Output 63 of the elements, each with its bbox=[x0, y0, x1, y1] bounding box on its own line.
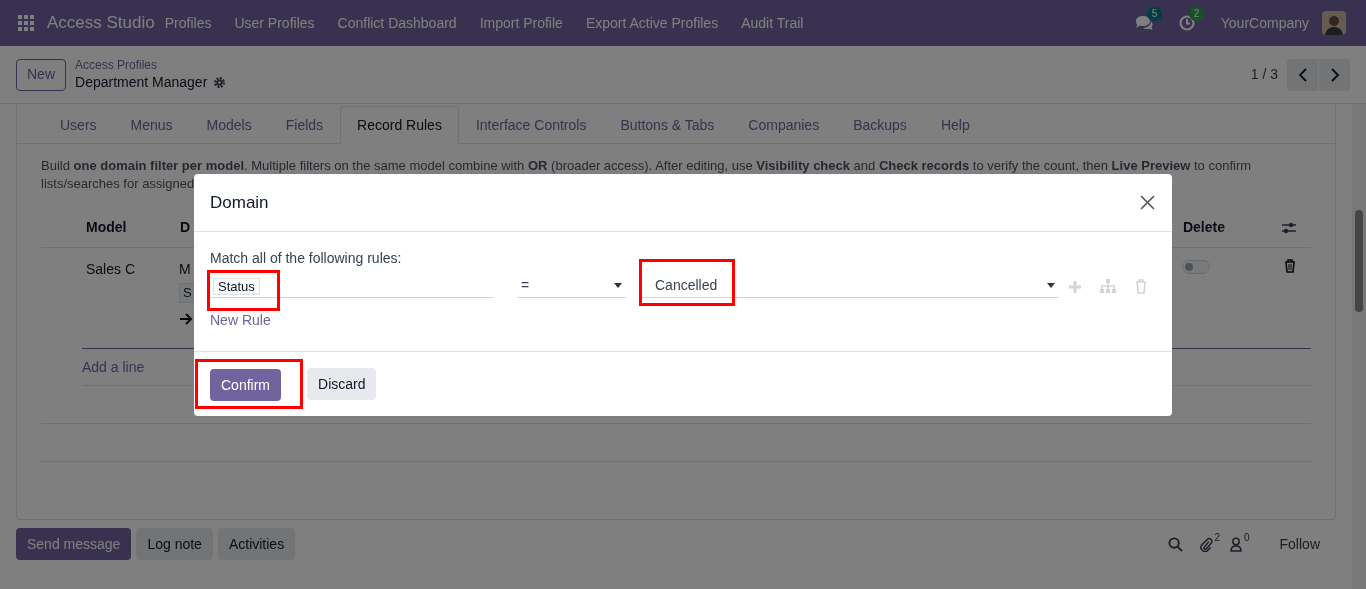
column-header: Model bbox=[86, 218, 128, 237]
menu-item[interactable]: Import Profile bbox=[479, 12, 563, 34]
tab[interactable]: Buttons & Tabs bbox=[603, 106, 732, 144]
field-tag: Status bbox=[213, 277, 260, 295]
next-button[interactable] bbox=[1319, 58, 1350, 91]
tab[interactable]: Fields bbox=[268, 106, 341, 144]
previous-button[interactable] bbox=[1287, 58, 1318, 91]
follow-button[interactable]: Follow bbox=[1279, 533, 1320, 555]
menu-item[interactable]: User Profiles bbox=[234, 12, 315, 34]
tab[interactable]: Menus bbox=[113, 106, 190, 144]
tab[interactable]: Backups bbox=[836, 106, 924, 144]
match-rule-text: Match all of the following rules: bbox=[210, 250, 403, 266]
chatter-button[interactable]: Log note bbox=[136, 528, 213, 560]
close-icon[interactable] bbox=[1140, 195, 1155, 210]
search-icon[interactable] bbox=[1168, 536, 1184, 552]
avatar-icon[interactable] bbox=[1322, 11, 1346, 35]
menu-item[interactable]: Profiles bbox=[164, 12, 212, 34]
app-name[interactable]: Access Studio bbox=[47, 10, 155, 36]
company-switcher[interactable]: YourCompany bbox=[1220, 12, 1309, 34]
column-header: Delete bbox=[1182, 218, 1225, 237]
column-header: D bbox=[180, 218, 191, 237]
operator-select[interactable]: = bbox=[517, 274, 626, 298]
tab[interactable]: Models bbox=[189, 106, 269, 144]
tab[interactable]: Interface Controls bbox=[458, 106, 604, 144]
tab[interactable]: Users bbox=[43, 106, 114, 144]
pager-value: 1 / 3 bbox=[1250, 65, 1278, 84]
dialog-title: Domain bbox=[210, 191, 269, 214]
chatter-button[interactable]: Activities bbox=[217, 528, 296, 560]
activity-count-badge: 2 bbox=[1188, 7, 1205, 21]
tab[interactable]: Help bbox=[923, 106, 987, 144]
chevron-left-icon bbox=[1297, 67, 1308, 82]
menu-item[interactable]: Conflict Dashboard bbox=[337, 12, 457, 34]
add-line-link[interactable]: Add a line bbox=[82, 356, 145, 378]
description-text: Build one domain filter per model. Multiple filters on the same model combine with OR (broader access). After editing, use Visibility check and Check records to verify the count, then Live Preview to confirm bbox=[41, 157, 1253, 175]
app-grid-icon[interactable] bbox=[18, 15, 34, 31]
follower-count: 0 bbox=[1243, 531, 1250, 545]
domain-tag: S bbox=[179, 283, 196, 303]
message-count-badge: 5 bbox=[1146, 7, 1163, 21]
settings-icon[interactable] bbox=[213, 75, 227, 89]
table-cell-text: Sales C bbox=[86, 260, 137, 279]
new-rule-link[interactable]: New Rule bbox=[210, 310, 271, 331]
chatter-button[interactable]: Send message bbox=[16, 528, 132, 560]
chat-icon[interactable] bbox=[1134, 15, 1153, 31]
menu-item[interactable]: Audit Trail bbox=[741, 12, 804, 34]
attachment-count: 2 bbox=[1214, 531, 1220, 545]
person-icon[interactable] bbox=[1229, 536, 1242, 552]
tab[interactable]: Record Rules bbox=[340, 106, 459, 144]
column-settings-icon[interactable] bbox=[1281, 220, 1297, 235]
breadcrumb-link[interactable]: Access Profiles bbox=[75, 58, 227, 73]
clock-icon[interactable] bbox=[1178, 15, 1195, 31]
table-cell-text: M bbox=[179, 260, 191, 279]
toggle-switch[interactable] bbox=[1182, 260, 1210, 274]
new-button[interactable]: New bbox=[16, 58, 66, 91]
paperclip-icon[interactable] bbox=[1199, 536, 1214, 552]
tab[interactable]: Companies bbox=[731, 106, 837, 144]
dialog-button[interactable]: Discard bbox=[307, 368, 377, 400]
arrow-icon bbox=[179, 313, 193, 325]
menu-item[interactable]: Export Active Profiles bbox=[585, 12, 719, 34]
record-title: Department Manager bbox=[75, 73, 208, 91]
dialog-button[interactable]: Confirm bbox=[210, 369, 281, 401]
description-text: lists/searches for assigned bbox=[41, 175, 196, 193]
chevron-right-icon bbox=[1329, 67, 1340, 82]
trash-icon[interactable] bbox=[1284, 259, 1296, 273]
